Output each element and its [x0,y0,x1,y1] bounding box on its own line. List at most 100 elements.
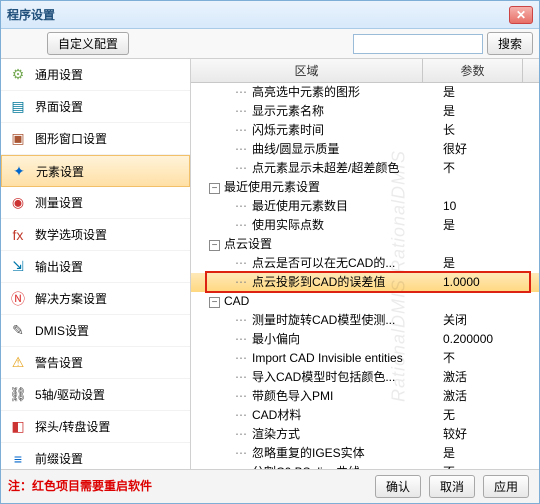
sidebar-item-1[interactable]: ▤界面设置 [1,91,190,123]
sidebar-item-label: 界面设置 [35,98,83,115]
row-value: 无 [439,406,539,425]
sidebar-icon: ⚠ [9,354,27,372]
close-button[interactable]: ✕ [509,6,533,24]
row-value: 是 [439,83,539,102]
sidebar-item-label: 数学选项设置 [35,226,107,243]
search-button[interactable]: 搜索 [487,32,533,55]
close-icon: ✕ [516,8,526,22]
sidebar-item-label: 警告设置 [35,354,83,371]
tree-row[interactable]: ⋯忽略重复的IGES实体是 [191,444,539,463]
tree-panel: 区域 参数 RationalDMIS RationalDMIS ⋯高亮选中元素的… [191,59,539,469]
row-name: ⋯显示元素名称 [191,102,439,121]
row-value: 激活 [439,368,539,387]
sidebar-item-label: 测量设置 [35,194,83,211]
ok-button[interactable]: 确认 [375,475,421,498]
sidebar-item-label: 探头/转盘设置 [35,418,110,435]
collapse-icon[interactable]: − [209,240,220,251]
sidebar-item-label: 前缀设置 [35,450,83,467]
row-name: ⋯CAD材料 [191,406,439,425]
sidebar-icon: ◉ [9,194,27,212]
tree-row[interactable]: ⋯点云是否可以在无CAD的...是 [191,254,539,273]
sidebar-icon: ◧ [9,418,27,436]
apply-button[interactable]: 应用 [483,475,529,498]
sidebar-item-0[interactable]: ⚙ 通用设置 [1,59,190,91]
row-name: ⋯点元素显示未超差/超差颜色 [191,159,439,178]
sidebar-item-label: 5轴/驱动设置 [35,386,105,403]
sidebar-icon: ⛓ [9,386,27,404]
row-value: 长 [439,121,539,140]
sidebar-icon: fx [9,226,27,244]
settings-window: 程序设置 ✕ 自定义配置 搜索 ⚙ 通用设置 ▤界面设置▣图形窗口设置 ✦ 元素设置 ◉ 测… [0,0,540,504]
tree-row[interactable]: ⋯测量时旋转CAD模型使测...关闭 [191,311,539,330]
toolbar: 自定义配置 搜索 [1,29,539,59]
row-value: 不 [439,463,539,469]
sidebar-icon: ⇲ [9,258,27,276]
row-name: ⋯带颜色导入PMI [191,387,439,406]
sidebar-item-3[interactable]: ✦ 元素设置 [1,155,190,187]
row-value: 10 [439,197,539,216]
collapse-icon[interactable]: − [209,297,220,308]
sidebar-item-12[interactable]: ≡前缀设置 [1,443,190,469]
sidebar-item-8[interactable]: ✎ DMIS设置 [1,315,190,347]
sidebar-icon: ✦ [10,162,28,180]
sidebar-item-7[interactable]: Ⓝ解决方案设置 [1,283,190,315]
row-name: −点云设置 [191,235,439,254]
row-value: 较好 [439,425,539,444]
sidebar-item-10[interactable]: ⛓ 5轴/驱动设置 [1,379,190,411]
tree-row[interactable]: ⋯显示元素名称是 [191,102,539,121]
collapse-icon[interactable]: − [209,183,220,194]
sidebar-item-6[interactable]: ⇲ 输出设置 [1,251,190,283]
sidebar-item-4[interactable]: ◉ 测量设置 [1,187,190,219]
row-name: ⋯忽略重复的IGES实体 [191,444,439,463]
tree-row[interactable]: ⋯曲线/圆显示质量很好 [191,140,539,159]
tree-row[interactable]: ⋯带颜色导入PMI激活 [191,387,539,406]
row-name: −CAD [191,292,439,311]
row-value: 不 [439,349,539,368]
tree-row[interactable]: ⋯高亮选中元素的图形是 [191,83,539,102]
tree-row[interactable]: ⋯最近使用元素数目10 [191,197,539,216]
sidebar-item-2[interactable]: ▣图形窗口设置 [1,123,190,155]
tree-row[interactable]: ⋯Import CAD Invisible entities不 [191,349,539,368]
sidebar-icon: ✎ [9,322,27,340]
tree-group[interactable]: −最近使用元素设置 [191,178,539,197]
titlebar: 程序设置 ✕ [1,1,539,29]
column-header-name[interactable]: 区域 [191,59,423,82]
column-header-value[interactable]: 参数 [423,59,523,82]
tree-row[interactable]: ⋯导入CAD模型时包括颜色...激活 [191,368,539,387]
sidebar-item-label: 输出设置 [35,258,83,275]
row-name: ⋯使用实际点数 [191,216,439,235]
custom-config-button[interactable]: 自定义配置 [47,32,129,55]
sidebar-item-5[interactable]: fx 数学选项设置 [1,219,190,251]
row-name: ⋯高亮选中元素的图形 [191,83,439,102]
tree-group[interactable]: −点云设置 [191,235,539,254]
sidebar-item-label: 解决方案设置 [35,290,107,307]
sidebar-item-11[interactable]: ◧ 探头/转盘设置 [1,411,190,443]
search-input[interactable] [353,34,483,54]
row-value: 是 [439,102,539,121]
tree-row[interactable]: ⋯使用实际点数是 [191,216,539,235]
tree-row[interactable]: ⋯CAD材料无 [191,406,539,425]
tree-row[interactable]: ⋯分割C0 BSpline曲线不 [191,463,539,469]
sidebar-item-label: 元素设置 [36,163,84,180]
sidebar-item-label: DMIS设置 [35,322,89,339]
window-title: 程序设置 [7,6,55,23]
tree-body[interactable]: RationalDMIS RationalDMIS ⋯高亮选中元素的图形是⋯显示… [191,83,539,469]
tree-header: 区域 参数 [191,59,539,83]
row-name: ⋯Import CAD Invisible entities [191,349,439,368]
tree-row[interactable]: ⋯最小偏向0.200000 [191,330,539,349]
tree-row[interactable]: ⋯渲染方式较好 [191,425,539,444]
row-value: 很好 [439,140,539,159]
sidebar: ⚙ 通用设置 ▤界面设置▣图形窗口设置 ✦ 元素设置 ◉ 测量设置 fx 数学选项设置 ⇲ 输出设置… [1,59,191,469]
row-name: ⋯最近使用元素数目 [191,197,439,216]
tree-group[interactable]: −CAD [191,292,539,311]
sidebar-item-label: 通用设置 [35,66,83,83]
sidebar-item-9[interactable]: ⚠ 警告设置 [1,347,190,379]
tree-row[interactable]: ⋯点元素显示未超差/超差颜色不 [191,159,539,178]
sidebar-icon: ⚙ [9,66,27,84]
row-value: 激活 [439,387,539,406]
sidebar-item-label: 图形窗口设置 [35,130,107,147]
cancel-button[interactable]: 取消 [429,475,475,498]
tree-row[interactable]: ⋯点云投影到CAD的误差值1.0000 [191,273,539,292]
row-name: ⋯测量时旋转CAD模型使测... [191,311,439,330]
tree-row[interactable]: ⋯闪烁元素时间长 [191,121,539,140]
